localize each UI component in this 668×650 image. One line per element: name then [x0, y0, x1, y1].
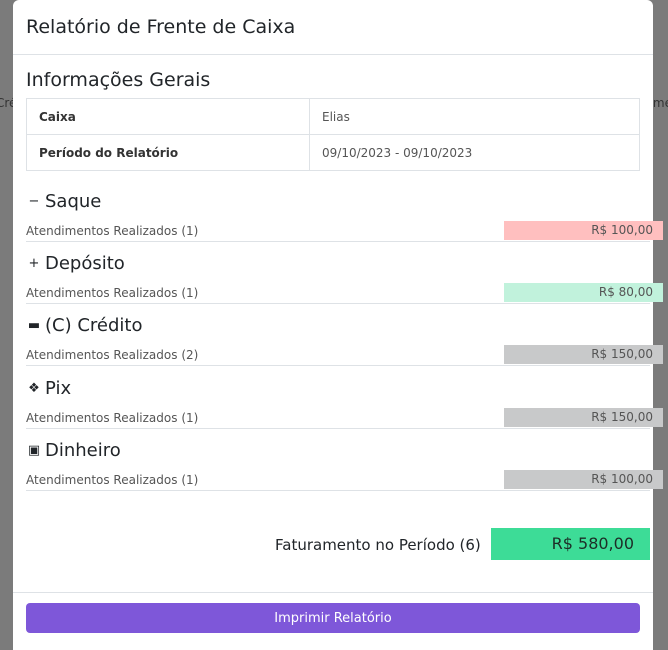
group-title: ▣ Dinheiro — [26, 439, 650, 463]
group-title: ▬ (C) Crédito — [26, 314, 650, 338]
total-label: Faturamento no Período (6) — [275, 536, 481, 554]
general-info-table: Caixa Elias Período do Relatório 09/10/2… — [26, 98, 640, 171]
info-key: Período do Relatório — [26, 134, 310, 171]
modal-footer-divider — [13, 592, 653, 593]
table-row: Caixa Elias — [26, 98, 640, 135]
group-title-label: Saque — [45, 191, 102, 212]
backdrop-text-right: me — [652, 96, 668, 110]
list-item: Atendimentos Realizados (1) R$ 80,00 — [26, 283, 663, 304]
print-report-button[interactable]: Imprimir Relatório — [26, 603, 640, 633]
minus-icon: − — [28, 194, 40, 209]
group-pix: ❖ Pix Atendimentos Realizados (1) R$ 150… — [26, 377, 663, 429]
group-credito: ▬ (C) Crédito Atendimentos Realizados (2… — [26, 314, 663, 366]
report-modal: Relatório de Frente de Caixa Informações… — [13, 0, 663, 650]
row-value: R$ 150,00 — [504, 345, 663, 364]
row-value: R$ 100,00 — [504, 470, 663, 489]
pix-icon: ❖ — [28, 381, 40, 396]
list-item: Atendimentos Realizados (1) R$ 150,00 — [26, 408, 663, 429]
row-label: Atendimentos Realizados (1) — [26, 473, 199, 487]
table-row: Período do Relatório 09/10/2023 - 09/10/… — [26, 134, 640, 171]
info-value: 09/10/2023 - 09/10/2023 — [309, 134, 640, 171]
general-info-title: Informações Gerais — [26, 69, 211, 91]
group-title-label: Dinheiro — [45, 440, 121, 461]
total-value: R$ 580,00 — [491, 528, 650, 560]
info-value: Elias — [309, 98, 640, 135]
row-value: R$ 100,00 — [504, 221, 663, 240]
row-label: Atendimentos Realizados (2) — [26, 348, 199, 362]
list-item: Atendimentos Realizados (1) R$ 100,00 — [26, 221, 663, 242]
group-deposito: + Depósito Atendimentos Realizados (1) R… — [26, 252, 663, 304]
list-item: Atendimentos Realizados (2) R$ 150,00 — [26, 345, 663, 366]
group-title: − Saque — [26, 190, 650, 214]
group-dinheiro: ▣ Dinheiro Atendimentos Realizados (1) R… — [26, 439, 663, 491]
row-label: Atendimentos Realizados (1) — [26, 224, 199, 238]
row-value: R$ 80,00 — [504, 283, 663, 302]
money-bill-icon: ▣ — [27, 443, 41, 458]
group-title-label: Pix — [45, 378, 72, 399]
group-title: + Depósito — [26, 252, 650, 276]
row-label: Atendimentos Realizados (1) — [26, 286, 199, 300]
row-value: R$ 150,00 — [504, 408, 663, 427]
group-saque: − Saque Atendimentos Realizados (1) R$ 1… — [26, 190, 663, 242]
row-label: Atendimentos Realizados (1) — [26, 411, 199, 425]
list-item: Atendimentos Realizados (1) R$ 100,00 — [26, 470, 663, 491]
plus-icon: + — [28, 256, 40, 271]
group-title-label: (C) Crédito — [45, 315, 143, 336]
credit-card-icon: ▬ — [27, 318, 41, 333]
modal-header: Relatório de Frente de Caixa — [13, 0, 653, 55]
modal-title: Relatório de Frente de Caixa — [26, 16, 296, 38]
group-title-label: Depósito — [45, 253, 125, 274]
group-title: ❖ Pix — [26, 377, 650, 401]
info-key: Caixa — [26, 98, 310, 135]
